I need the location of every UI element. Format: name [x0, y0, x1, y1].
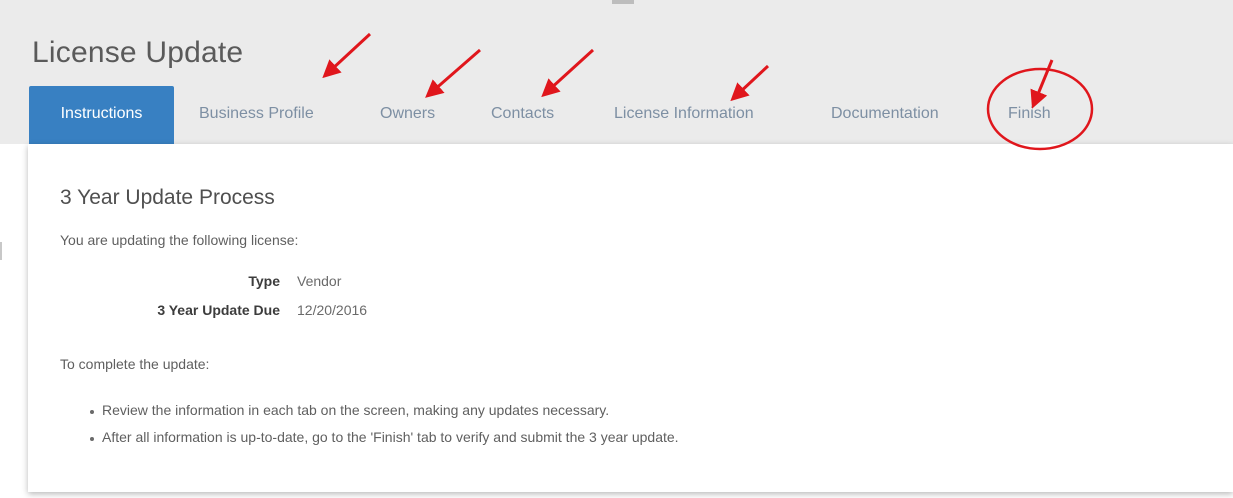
section-heading: 3 Year Update Process [60, 186, 275, 209]
detail-value-update-due: 12/20/2016 [297, 302, 368, 318]
detail-label-update-due: 3 Year Update Due [157, 302, 280, 318]
tab-business-profile[interactable]: Business Profile [199, 86, 314, 144]
intro-text: You are updating the following license: [60, 232, 299, 248]
detail-label-type: Type [248, 273, 280, 289]
left-edge-marker [0, 242, 2, 260]
tab-contacts[interactable]: Contacts [491, 86, 554, 144]
tab-bar: Instructions Business Profile Owners Con… [0, 86, 1233, 144]
tab-instructions[interactable]: Instructions [29, 86, 174, 144]
tab-owners[interactable]: Owners [380, 86, 435, 144]
complete-instructions-text: To complete the update: [60, 356, 210, 372]
page-title: License Update [32, 36, 244, 69]
detail-value-type: Vendor [297, 273, 342, 289]
step-text: Review the information in each tab on th… [102, 402, 610, 418]
bullet-icon [90, 437, 94, 441]
tab-finish[interactable]: Finish [1008, 86, 1051, 144]
top-scroll-handle [612, 0, 634, 4]
bullet-icon [90, 410, 94, 414]
tab-documentation[interactable]: Documentation [831, 86, 939, 144]
step-text: After all information is up-to-date, go … [102, 429, 679, 445]
tab-license-information[interactable]: License Information [614, 86, 754, 144]
